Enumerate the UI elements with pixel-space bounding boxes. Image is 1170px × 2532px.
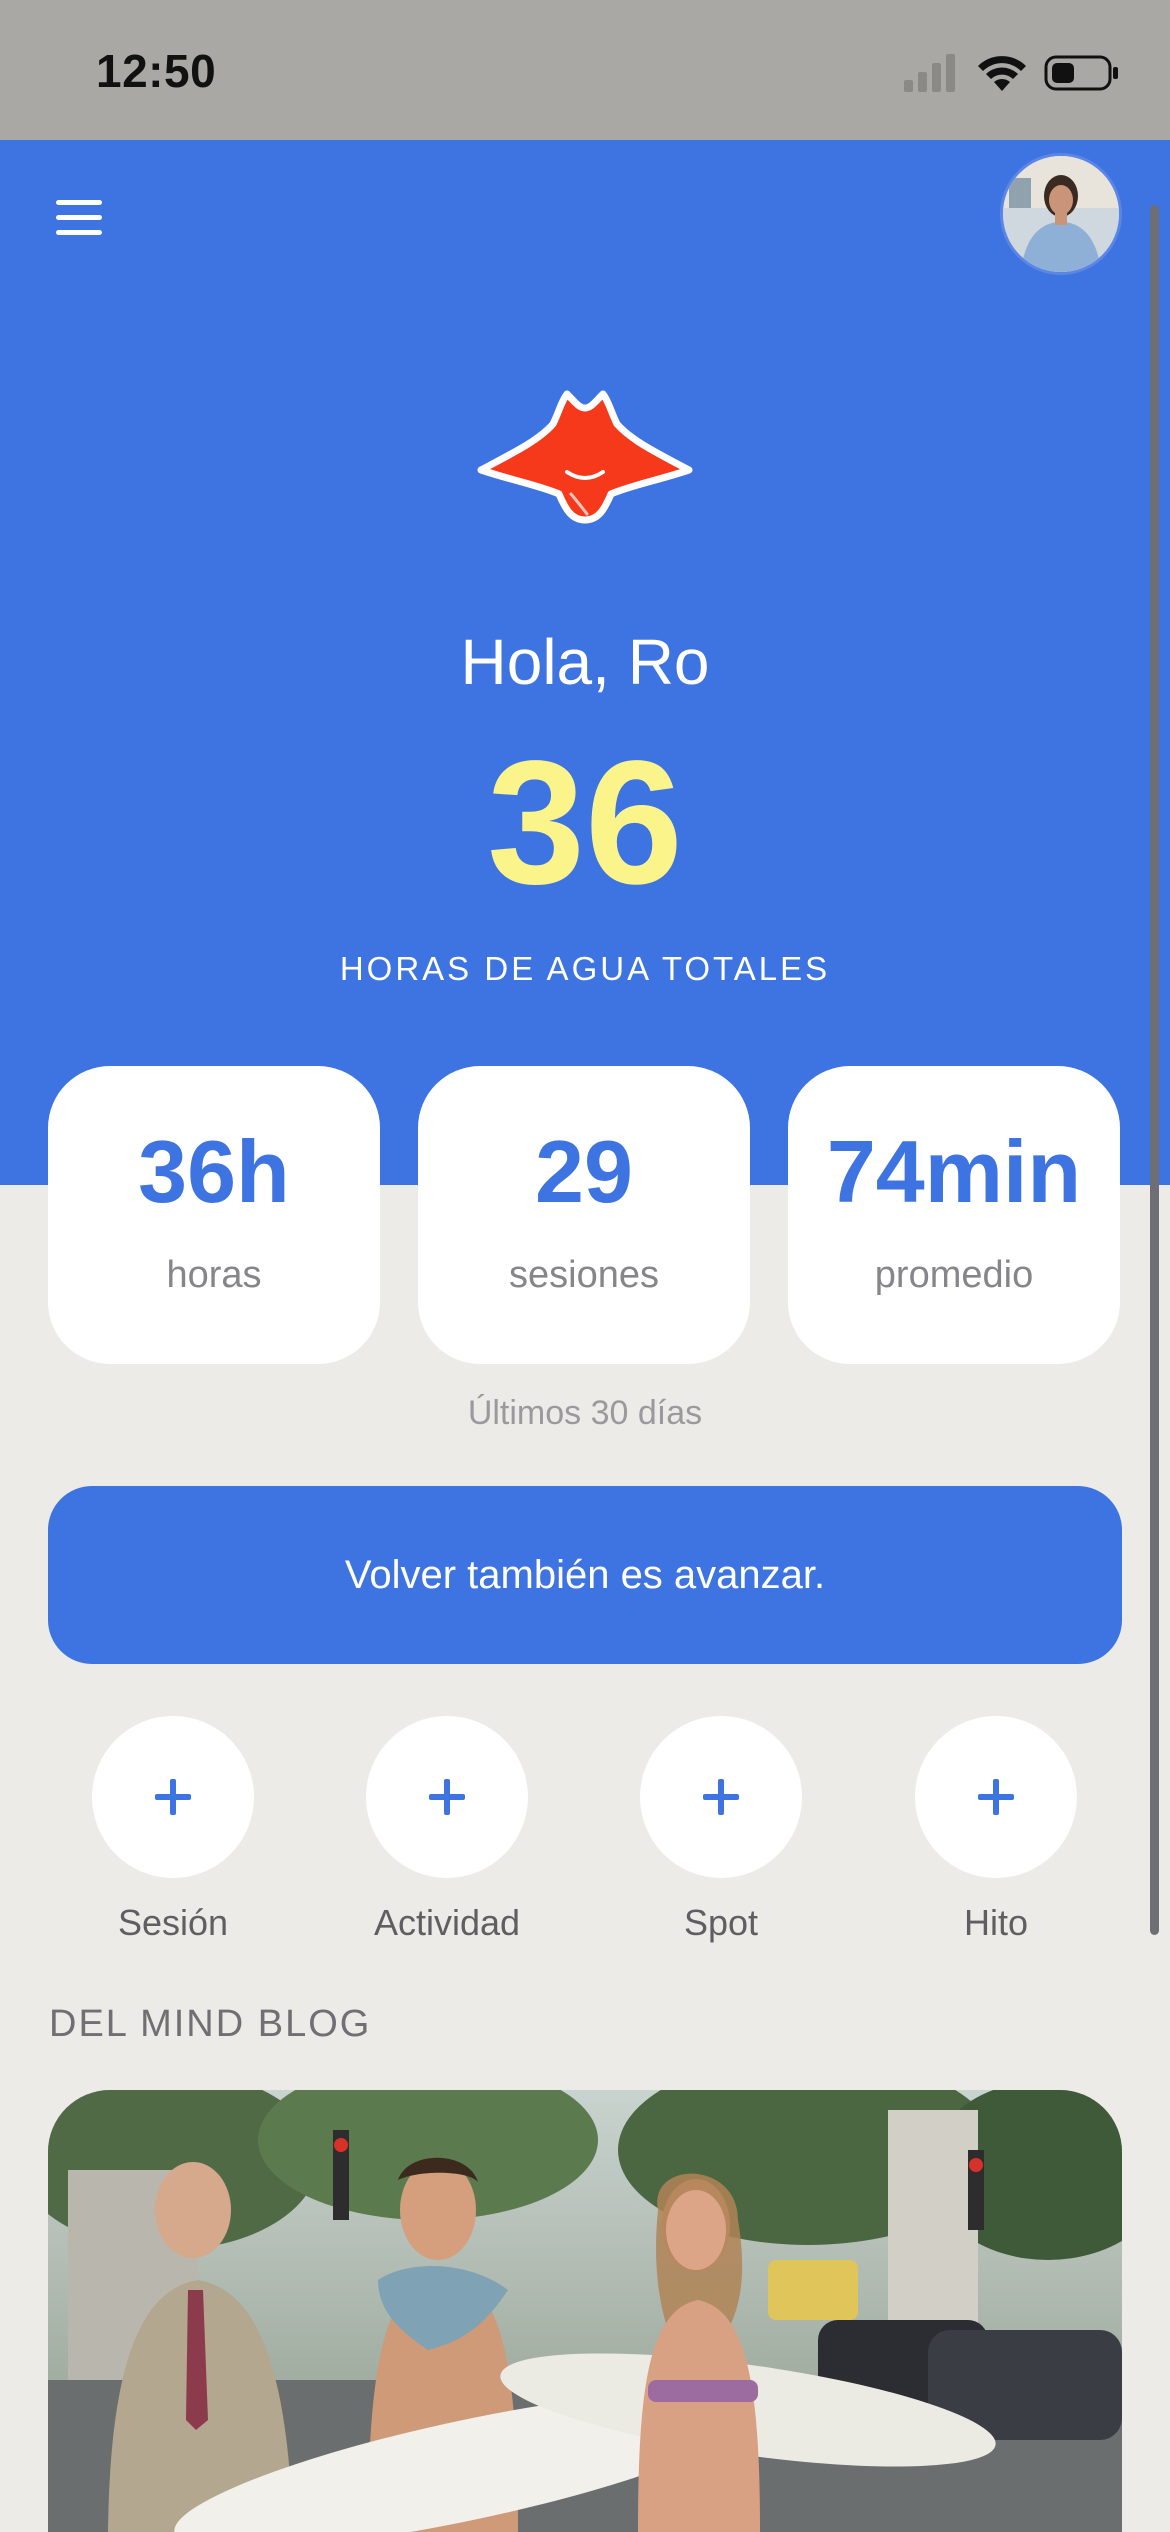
add-session-button[interactable] [92, 1716, 254, 1878]
stat-value: 74min [826, 1122, 1082, 1221]
stat-card-average[interactable]: 74min promedio [788, 1066, 1120, 1364]
action-label: Sesión [117, 1902, 229, 1943]
stat-label: promedio [874, 1254, 1034, 1296]
add-activity-button[interactable] [366, 1716, 528, 1878]
plus-icon [429, 1779, 465, 1815]
plus-icon [703, 1779, 739, 1815]
blog-post-card[interactable] [48, 2090, 1122, 2532]
stat-card-hours[interactable]: 36h horas [48, 1066, 380, 1364]
manta-ray-logo [477, 390, 693, 524]
cellular-signal-icon [904, 54, 955, 92]
blog-post-image [48, 2090, 1122, 2532]
scrollbar[interactable] [1150, 205, 1159, 1935]
stat-label: sesiones [509, 1254, 659, 1296]
stat-card-sessions[interactable]: 29 sesiones [418, 1066, 750, 1364]
blog-section-title: DEL MIND BLOG [49, 2003, 372, 2045]
plus-icon [155, 1779, 191, 1815]
action-label: Actividad [373, 1902, 521, 1943]
add-session-action[interactable]: Sesión [92, 1716, 254, 1944]
avatar-photo [1003, 156, 1119, 272]
action-label: Hito [963, 1902, 1029, 1943]
stat-value: 29 [535, 1122, 633, 1221]
plus-icon [978, 1779, 1014, 1815]
status-time: 12:50 [96, 45, 217, 97]
hamburger-menu-icon[interactable] [56, 200, 102, 236]
add-spot-action[interactable]: Spot [640, 1716, 802, 1944]
battery-icon [1044, 55, 1118, 91]
motivational-quote-banner[interactable]: Volver también es avanzar. [48, 1486, 1122, 1664]
total-hours-value: 36 [487, 725, 683, 921]
add-milestone-button[interactable] [915, 1716, 1077, 1878]
total-hours-caption: HORAS DE AGUA TOTALES [339, 950, 831, 987]
user-avatar[interactable] [1000, 153, 1122, 275]
stat-value: 36h [138, 1122, 290, 1221]
status-bar: 12:50 [0, 0, 1170, 140]
greeting: Hola, Ro [460, 626, 710, 698]
quote-text: Volver también es avanzar. [344, 1552, 826, 1597]
stat-label: horas [166, 1254, 262, 1296]
wifi-icon [978, 56, 1026, 91]
add-milestone-action[interactable]: Hito [915, 1716, 1077, 1944]
action-label: Spot [683, 1902, 759, 1943]
add-activity-action[interactable]: Actividad [366, 1716, 528, 1944]
stats-period-label: Últimos 30 días [467, 1394, 703, 1432]
status-icons [904, 50, 1120, 96]
add-spot-button[interactable] [640, 1716, 802, 1878]
